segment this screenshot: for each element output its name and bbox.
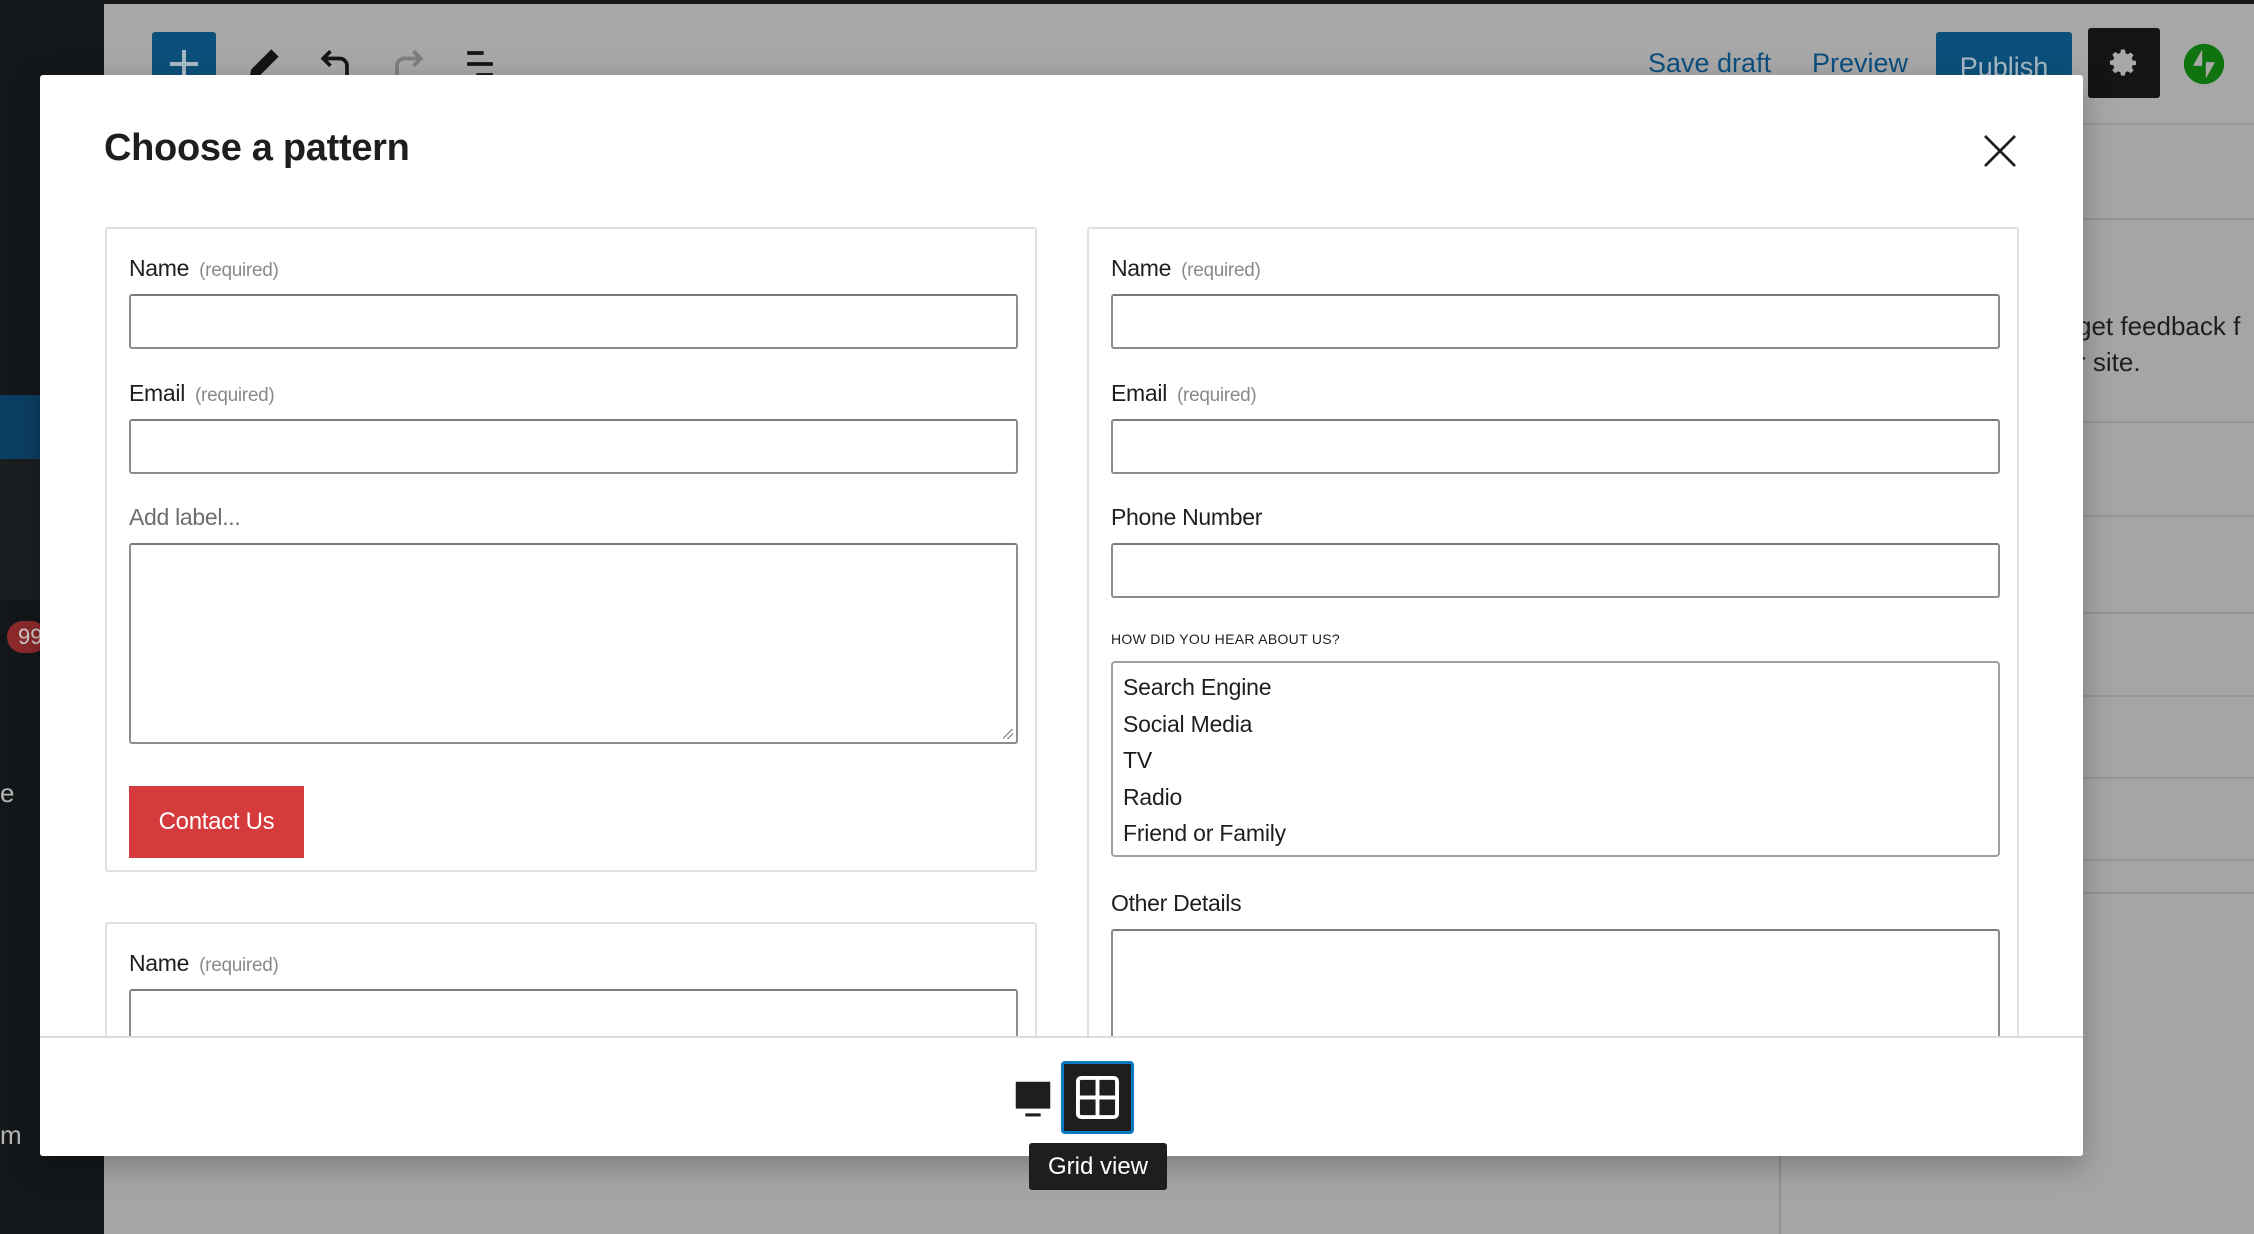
required-note: (required) — [195, 385, 275, 406]
close-icon[interactable] — [1980, 131, 2020, 171]
carousel-view-button[interactable] — [1010, 1076, 1056, 1122]
gear-icon — [2109, 49, 2136, 76]
required-note: (required) — [199, 260, 279, 281]
email-input[interactable] — [1111, 419, 2000, 474]
field-label: Name — [129, 255, 190, 281]
jetpack-bolt-icon[interactable] — [2182, 42, 2226, 86]
message-textarea[interactable] — [129, 543, 1018, 744]
contact-us-button[interactable]: Contact Us — [129, 786, 304, 858]
field-label: Phone Number — [1111, 504, 1263, 530]
name-field: Name (required) — [129, 255, 1018, 349]
name-input[interactable] — [129, 294, 1018, 349]
required-note: (required) — [199, 955, 279, 976]
name-field: Name (required) — [129, 950, 1018, 1036]
field-label: Name — [129, 950, 190, 976]
field-label: Email — [1111, 380, 1168, 406]
choose-pattern-modal: Choose a pattern Name (required) Email (re… — [40, 75, 2083, 1156]
listbox-option[interactable]: Radio — [1123, 779, 1988, 816]
pattern-list: Choose a pattern Name (required) Email (re… — [40, 75, 2083, 1036]
message-field: Add label... — [129, 504, 1018, 744]
field-label: Email — [129, 380, 186, 406]
other-details-textarea[interactable] — [1111, 929, 2000, 1036]
other-details-field: Other Details — [1111, 890, 2000, 1036]
field-label: HOW DID YOU HEAR ABOUT US? — [1111, 631, 1340, 647]
listbox-option[interactable]: Social Media — [1123, 706, 1988, 743]
name-input[interactable] — [129, 989, 1018, 1036]
name-field: Name (required) — [1111, 255, 2000, 349]
email-field: Email (required) — [1111, 380, 2000, 474]
referral-listbox[interactable]: Search Engine Social Media TV Radio Frie… — [1111, 661, 2000, 857]
field-label: Name — [1111, 255, 1172, 281]
panel-description: r site. — [2077, 347, 2141, 377]
pattern-card[interactable]: Name (required) Email (required) Phone Num… — [1087, 227, 2019, 1036]
phone-input[interactable] — [1111, 543, 2000, 598]
resize-handle-icon[interactable] — [1003, 729, 1013, 739]
modal-title: Choose a pattern — [104, 127, 410, 169]
grid-view-tooltip: Grid view — [1029, 1143, 1167, 1190]
field-label-placeholder: Add label... — [129, 504, 241, 530]
listbox-option[interactable]: Search Engine — [1123, 669, 1988, 706]
sidebar-item-fragment[interactable]: m — [0, 1120, 22, 1151]
phone-field: Phone Number — [1111, 504, 2000, 598]
sidebar-item-fragment[interactable]: e — [0, 778, 14, 809]
name-input[interactable] — [1111, 294, 2000, 349]
grid-view-button[interactable] — [1061, 1061, 1134, 1134]
referral-field: HOW DID YOU HEAR ABOUT US? Search Engine… — [1111, 631, 2000, 857]
email-field: Email (required) — [129, 380, 1018, 474]
pattern-card[interactable]: Name (required) Email (required) Add label… — [105, 227, 1037, 872]
settings-button[interactable] — [2088, 28, 2160, 98]
required-note: (required) — [1181, 260, 1261, 281]
listbox-option[interactable]: TV — [1123, 742, 1988, 779]
view-toggle-bar — [40, 1036, 2083, 1156]
required-note: (required) — [1177, 385, 1257, 406]
grid-view-icon — [1076, 1076, 1119, 1119]
listbox-option[interactable]: Friend or Family — [1123, 815, 1988, 852]
pattern-card[interactable]: Name (required) — [105, 922, 1037, 1036]
field-label: Other Details — [1111, 890, 1242, 916]
email-input[interactable] — [129, 419, 1018, 474]
panel-description: get feedback f — [2077, 311, 2241, 341]
carousel-view-icon — [1015, 1081, 1051, 1117]
